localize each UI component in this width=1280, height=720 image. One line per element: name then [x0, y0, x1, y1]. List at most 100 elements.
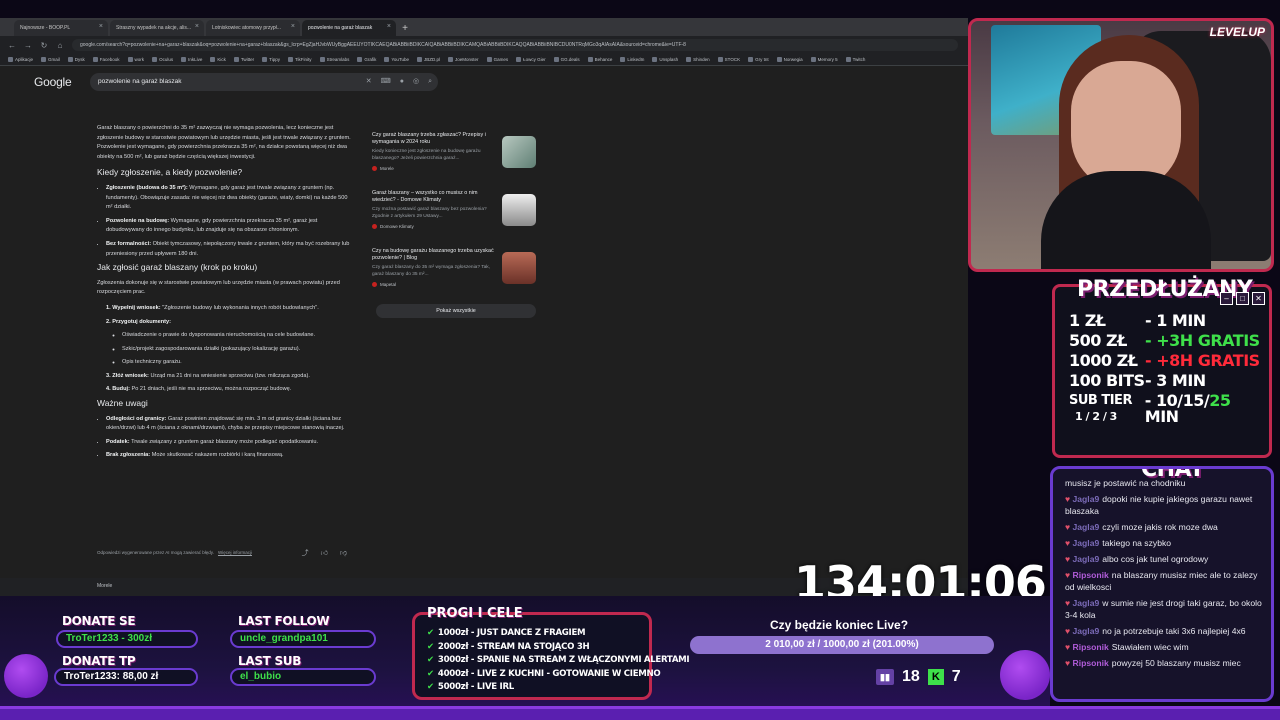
minimize-icon: –: [1220, 292, 1233, 305]
show-all-button[interactable]: Pokaż wszystkie: [376, 304, 536, 318]
maximize-icon: □: [1236, 292, 1249, 305]
bookmark-item[interactable]: Shinden: [686, 57, 710, 62]
heart-icon: ♥: [1065, 598, 1073, 608]
channel-logo: LEVELUP: [1209, 25, 1265, 39]
bookmark-item[interactable]: YouTube: [384, 57, 409, 62]
tab-carrier[interactable]: Lotniskowiec atomowy przypł... ×: [206, 20, 300, 36]
thumbs-down-icon[interactable]: 👎︎: [340, 548, 347, 558]
chat-message: ♥ Jagla9 takiego na szybko: [1065, 537, 1263, 549]
forward-icon[interactable]: →: [24, 41, 32, 50]
clear-icon[interactable]: ✕: [366, 73, 372, 91]
chat-username: Jagla9: [1072, 494, 1100, 504]
bottom-bar: DONATE SE TroTer1233 - 300zł DONATE TP T…: [0, 596, 1050, 720]
ai-heading-when: Kiedy zgłoszenie, a kiedy pozwolenie?: [97, 167, 243, 178]
close-icon[interactable]: ×: [195, 23, 199, 30]
bookmark-item[interactable]: Behance: [588, 57, 613, 62]
list-item: Pozwolenie na budowę: Wymagane, gdy powi…: [106, 217, 355, 236]
search-icon[interactable]: ⌕: [428, 73, 432, 91]
bookmark-item[interactable]: Streamlabs: [320, 57, 350, 62]
ai-overview: Garaż blaszany o powierzchni do 35 m² za…: [97, 124, 355, 465]
list-item: Podatek: Trwale związany z gruntem garaż…: [106, 438, 355, 448]
close-icon[interactable]: ×: [99, 23, 103, 30]
thumbs-up-icon[interactable]: 👍︎: [321, 548, 328, 558]
search-input[interactable]: pozwolenie na garaż blaszak ✕ ⌨ ● ◎ ⌕: [90, 73, 438, 91]
back-icon[interactable]: ←: [8, 41, 16, 50]
reload-icon[interactable]: ↻: [40, 41, 48, 50]
pixel-ground: [0, 706, 1280, 720]
home-icon[interactable]: ⌂: [56, 41, 64, 50]
bookmark-item[interactable]: STOCK: [718, 57, 740, 62]
subathon-panel: PRZEDŁUŻANY – □ ✕ 1 ZŁ - 1 MIN 500 ZŁ - +3…: [1052, 277, 1272, 458]
bookmark-item[interactable]: LinkedIn: [620, 57, 644, 62]
list-item: Odległości od granicy: Garaż powinien zn…: [106, 415, 355, 434]
ai-heading-notes: Ważne uwagi: [97, 398, 148, 409]
bookmark-item[interactable]: TikFinity: [288, 57, 312, 62]
result-site[interactable]: Morele: [97, 583, 112, 589]
source-card[interactable]: Czy garaż blaszany trzeba zgłaszać? Prze…: [372, 132, 540, 182]
google-logo[interactable]: Google: [34, 75, 72, 89]
source-card[interactable]: Czy na budowę garażu blaszanego trzeba u…: [372, 248, 540, 298]
bookmark-item[interactable]: Oculus: [152, 57, 173, 62]
mic-icon[interactable]: ●: [400, 73, 404, 91]
keyboard-icon[interactable]: ⌨: [381, 73, 391, 91]
bookmark-item[interactable]: Łowcy Gier: [516, 57, 546, 62]
list-item: Bez formalności: Obiekt tymczasowy, niep…: [106, 240, 355, 259]
source-card[interactable]: Garaż blaszany – wszystko co musisz o ni…: [372, 190, 540, 240]
lens-icon[interactable]: ◎: [413, 73, 419, 91]
bookmark-item[interactable]: Grafik: [357, 57, 376, 62]
bookmark-item[interactable]: Gry tnt: [748, 57, 769, 62]
heart-icon: ♥: [1065, 522, 1073, 532]
last-sub-label: LAST SUB: [238, 654, 302, 668]
bookmark-item[interactable]: Twitter: [234, 57, 254, 62]
bookmark-item[interactable]: Dysk: [68, 57, 85, 62]
more-info-link[interactable]: Więcej informacji: [218, 550, 252, 555]
close-icon[interactable]: ×: [291, 23, 295, 30]
heart-icon: ♥: [1065, 494, 1073, 504]
bookmark-item[interactable]: Games: [487, 57, 509, 62]
sub-tier-row: SUB TIER 1 / 2 / 3 - 10/15/25 MIN: [1069, 391, 1231, 426]
chat-message: ♥ Ripsonik Stawiałem wiec wim: [1065, 641, 1263, 653]
bookmark-item[interactable]: Twitch: [846, 57, 866, 62]
donate-se-label: DONATE SE: [62, 614, 136, 628]
poll-progress: 2 010,00 zł / 1000,00 zł (201.00%): [690, 636, 994, 654]
bookmark-item[interactable]: Facebook: [93, 57, 120, 62]
bookmark-item[interactable]: Gmail: [41, 57, 60, 62]
bookmark-item[interactable]: JBZD.pl: [417, 57, 440, 62]
bookmark-item[interactable]: Unsplash: [652, 57, 678, 62]
chat-message: ♥ Jagla9 czyli moze jakis rok moze dwa: [1065, 521, 1263, 533]
chat-message: ♥ Ripsonik na blaszany musisz miec ale to…: [1065, 569, 1263, 593]
goal-item: ✔ 1000zł - JUST DANCE Z FRAGIEM: [427, 628, 586, 638]
bookmark-item[interactable]: JoeMonster: [448, 57, 479, 62]
tab-google-search[interactable]: pozwolenie na garaż blaszak ×: [302, 20, 396, 36]
new-tab-button[interactable]: +: [398, 22, 412, 36]
bookmark-item[interactable]: InkLive: [181, 57, 202, 62]
bookmark-item[interactable]: Kick: [210, 57, 226, 62]
bookmark-item[interactable]: GG.deals: [554, 57, 580, 62]
share-icon[interactable]: ⤴: [302, 548, 309, 558]
bookmark-item[interactable]: Norwegia: [777, 57, 803, 62]
list-item: 4. Buduj: Po 21 dniach, jeśli nie ma spr…: [106, 386, 292, 393]
bookmark-item[interactable]: Memory 5: [811, 57, 838, 62]
streamer-body: [1041, 171, 1211, 269]
chat-message: ♥ Ripsonik powyzej 50 blaszany musisz mie…: [1065, 657, 1263, 669]
chat-message: ♥ Jagla9 w sumie nie jest drogi taki gara…: [1065, 597, 1263, 621]
browser-window: Najnowsze - BOOP.PL × Straszny wypadek na…: [0, 18, 968, 596]
bookmark-item[interactable]: Tippy: [262, 57, 280, 62]
close-icon[interactable]: ×: [387, 23, 391, 30]
price-row: 1000 ZŁ - +8H GRATIS: [1069, 351, 1260, 370]
address-bar[interactable]: google.com/search?q=pozwolenie+na+garaz+…: [72, 39, 958, 51]
list-item: 3. Złóż wniosek: Urząd ma 21 dni na wnie…: [106, 372, 310, 379]
goal-item: ✔ 3000zł - SPANIE NA STREAM Z WŁĄCZONYMI …: [427, 655, 690, 665]
price-row: 1 ZŁ - 1 MIN: [1069, 311, 1206, 330]
tab-boop[interactable]: Najnowsze - BOOP.PL ×: [14, 20, 108, 36]
bookmark-item[interactable]: work: [128, 57, 145, 62]
chat-text: albo cos jak tunel ogrodowy: [1102, 554, 1209, 564]
steps-list: 1. Wypełnij wniosek: "Zgłoszenie budowy …: [97, 304, 355, 395]
bookmark-item[interactable]: Aplikacje: [8, 57, 33, 62]
tab-news[interactable]: Straszny wypadek na akcje, alis... ×: [110, 20, 204, 36]
last-follow-value: uncle_grandpa101: [230, 630, 376, 648]
when-list: Zgłoszenie (budowa do 35 m²): Wymagane, …: [97, 184, 355, 259]
kick-viewers: 7: [951, 668, 961, 685]
last-sub-value: el_bubio: [230, 668, 376, 686]
chat-message: ♥ Jagla9 albo cos jak tunel ogrodowy: [1065, 553, 1263, 565]
